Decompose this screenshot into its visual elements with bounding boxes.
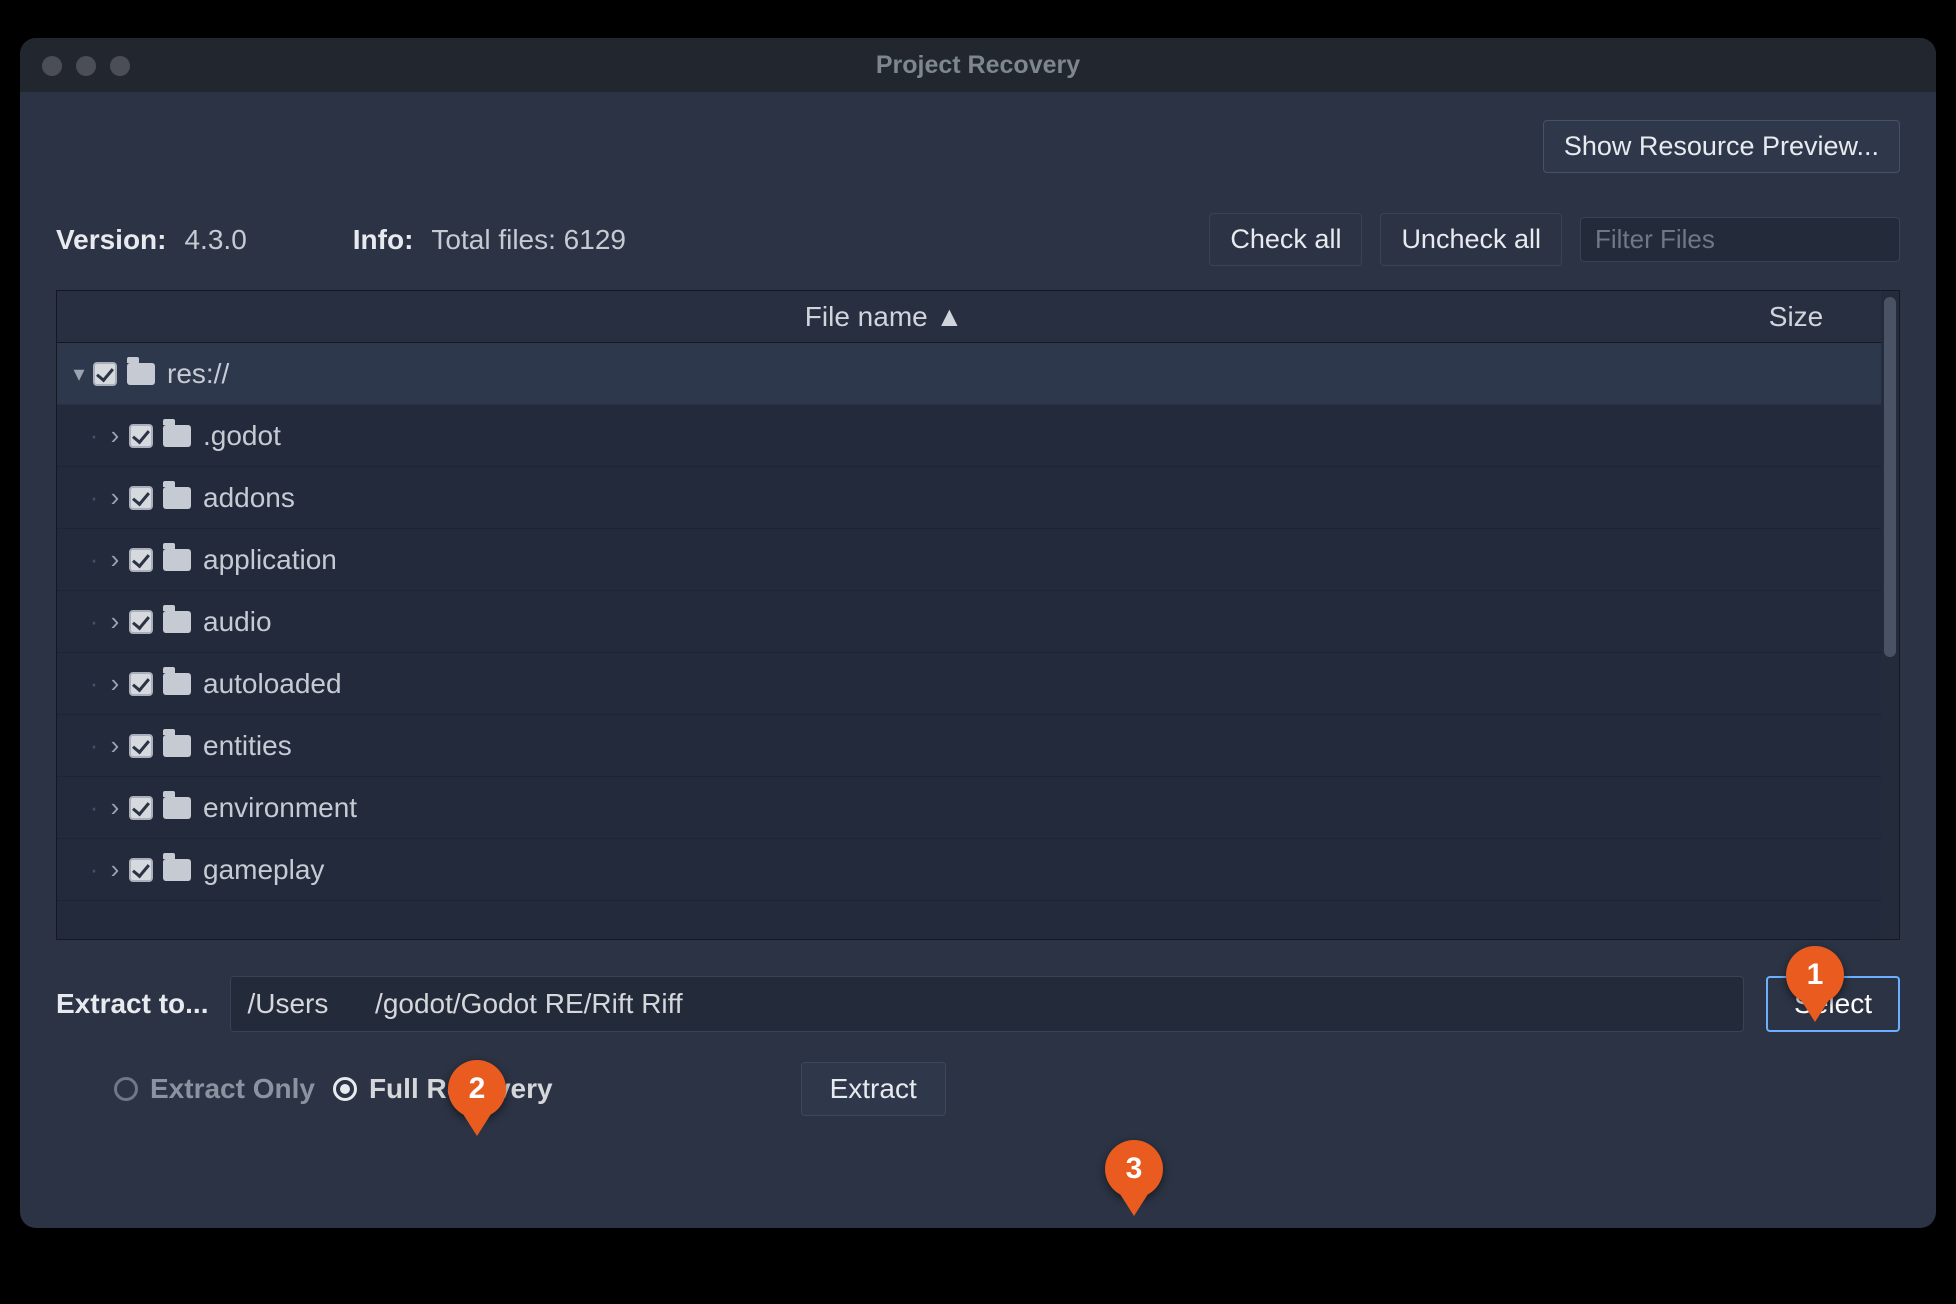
info-row: Version: 4.3.0 Info: Total files: 6129 C… [56, 213, 1900, 266]
table-header[interactable]: File name ▲ Size [57, 291, 1881, 343]
checkbox[interactable] [129, 548, 153, 572]
tree-item-label: gameplay [203, 854, 1711, 886]
tree-row[interactable]: ·autoloaded [57, 653, 1881, 715]
folder-icon [163, 673, 191, 695]
check-all-button[interactable]: Check all [1209, 213, 1362, 266]
folder-icon [163, 549, 191, 571]
chevron-right-icon[interactable] [105, 730, 125, 761]
extract-path-input[interactable] [230, 976, 1744, 1032]
chevron-down-icon[interactable] [69, 361, 89, 387]
column-size[interactable]: Size [1711, 301, 1881, 333]
tree-item-label: application [203, 544, 1711, 576]
tree-item-label: audio [203, 606, 1711, 638]
extract-button[interactable]: Extract [801, 1062, 946, 1116]
scrollbar-thumb[interactable] [1884, 297, 1896, 657]
filter-input[interactable] [1595, 224, 1930, 255]
tree-item-label: environment [203, 792, 1711, 824]
folder-icon [163, 859, 191, 881]
radio-extract-only[interactable]: Extract Only [114, 1073, 315, 1105]
chevron-right-icon[interactable] [105, 544, 125, 575]
checkbox[interactable] [129, 486, 153, 510]
traffic-max[interactable] [110, 56, 130, 76]
window-title: Project Recovery [20, 51, 1936, 80]
radio-full-recovery-label: Full Recovery [369, 1073, 553, 1105]
tree-row[interactable]: ·addons [57, 467, 1881, 529]
tree-root-row[interactable]: res:// [57, 343, 1881, 405]
select-path-button[interactable]: Select [1766, 976, 1900, 1032]
chevron-right-icon[interactable] [105, 668, 125, 699]
checkbox[interactable] [129, 424, 153, 448]
mode-radio-row: Extract Only Full Recovery Extract [56, 1062, 1900, 1116]
radio-full-recovery[interactable]: Full Recovery [333, 1073, 553, 1105]
scrollbar[interactable] [1881, 291, 1899, 939]
folder-icon [163, 611, 191, 633]
tree-row[interactable]: ·entities [57, 715, 1881, 777]
show-resource-preview-button[interactable]: Show Resource Preview... [1543, 120, 1900, 173]
tree-item-label: entities [203, 730, 1711, 762]
uncheck-all-button[interactable]: Uncheck all [1380, 213, 1562, 266]
tree-row[interactable]: ·gameplay [57, 839, 1881, 901]
tree-item-label: addons [203, 482, 1711, 514]
checkbox[interactable] [129, 858, 153, 882]
extract-to-label: Extract to... [56, 988, 208, 1020]
tree-row[interactable]: ·.godot [57, 405, 1881, 467]
checkbox[interactable] [129, 796, 153, 820]
folder-icon [163, 735, 191, 757]
version-value: 4.3.0 [184, 224, 246, 256]
tree-row[interactable]: ·environment [57, 777, 1881, 839]
checkbox[interactable] [129, 734, 153, 758]
chevron-right-icon[interactable] [105, 420, 125, 451]
tree-row[interactable]: ·application [57, 529, 1881, 591]
tree-item-label: autoloaded [203, 668, 1711, 700]
chevron-right-icon[interactable] [105, 854, 125, 885]
radio-dot-icon [333, 1077, 357, 1101]
checkbox[interactable] [129, 672, 153, 696]
folder-icon [127, 363, 155, 385]
info-value: Total files: 6129 [431, 224, 626, 256]
tree-row[interactable]: ·audio [57, 591, 1881, 653]
folder-icon [163, 425, 191, 447]
filter-input-wrap[interactable] [1580, 217, 1900, 262]
tree-item-label: res:// [167, 358, 1711, 390]
extract-to-row: Extract to... Select [56, 976, 1900, 1032]
traffic-close[interactable] [42, 56, 62, 76]
chevron-right-icon[interactable] [105, 792, 125, 823]
folder-icon [163, 797, 191, 819]
radio-extract-only-label: Extract Only [150, 1073, 315, 1105]
tree-item-label: .godot [203, 420, 1711, 452]
radio-dot-icon [114, 1077, 138, 1101]
titlebar: Project Recovery [20, 38, 1936, 92]
window-controls[interactable] [42, 56, 130, 76]
checkbox[interactable] [93, 362, 117, 386]
file-tree-panel: File name ▲ Size res:// ·.godot·addons·ap… [56, 290, 1900, 940]
folder-icon [163, 487, 191, 509]
checkbox[interactable] [129, 610, 153, 634]
chevron-right-icon[interactable] [105, 482, 125, 513]
column-file-name[interactable]: File name ▲ [57, 301, 1711, 333]
chevron-right-icon[interactable] [105, 606, 125, 637]
traffic-min[interactable] [76, 56, 96, 76]
info-label: Info: [353, 224, 414, 256]
project-recovery-window: Project Recovery Show Resource Preview..… [20, 38, 1936, 1228]
version-label: Version: [56, 224, 166, 256]
